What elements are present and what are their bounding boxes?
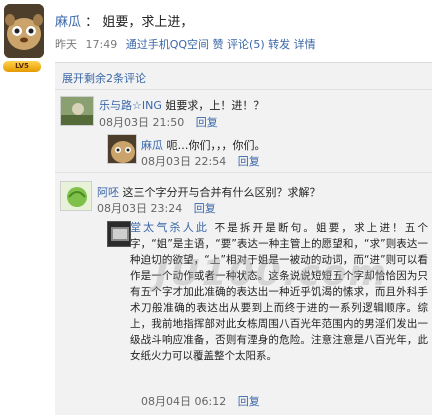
level-badge: LV5 [3,61,41,72]
reply-button[interactable]: 回复 [238,395,260,408]
comment-body: 阿呸 这三个字分开与合并有什么区别？求解？ [97,184,321,200]
like-button[interactable]: 赞 [213,38,224,51]
comment-meta: 08月03日 23:24 回复 [97,200,216,216]
reply-button[interactable]: 回复 [194,202,216,215]
watermark: JU100.com [155,253,389,294]
comment-time: 06:12 [194,395,227,408]
expand-comments-link[interactable]: 展开剩余2条评论 [62,70,146,86]
commenter-avatar[interactable] [107,221,131,247]
divider [55,172,432,173]
divider [55,89,432,90]
comment-date: 08月03日 [141,155,191,168]
post-day: 昨天 [55,38,77,51]
comment-time: 23:24 [150,202,183,215]
comment-meta: 08月04日 06:12 回复 [141,393,260,409]
comment-author-link[interactable]: 阿呸 [97,186,119,199]
post-text: 姐要，求上进， [102,15,194,30]
comment-meta: 08月03日 21:50 回复 [99,114,218,130]
commenter-avatar[interactable] [60,181,92,211]
comment-text: 姐要求，上！进！？ [165,99,265,112]
reply-button[interactable]: 回复 [196,116,218,129]
comment-text: 这三个字分开与合并有什么区别？求解？ [122,186,321,199]
comment-button[interactable]: 评论(5) [227,38,265,51]
comment-body: 麻瓜 呃…你们，，，你们。 [141,137,266,153]
post-source-link[interactable]: 通过手机QQ空间 [126,38,209,51]
post-meta: 昨天 17:49 通过手机QQ空间 赞 评论(5) 转发 详情 [55,36,316,52]
post-colon: ： [85,15,99,30]
commenter-avatar[interactable] [60,96,94,126]
author-avatar[interactable] [4,4,44,58]
comment-time: 22:54 [194,155,227,168]
detail-button[interactable]: 详情 [294,38,316,51]
post-time: 17:49 [85,38,118,51]
comment-time: 21:50 [152,116,185,129]
comment-body: 乐与路☆ING 姐要求，上！进！？ [99,97,264,113]
comment-date: 08月03日 [97,202,147,215]
post-author-link[interactable]: 麻瓜 [55,15,81,30]
forward-button[interactable]: 转发 [268,38,290,51]
comment-text: 呃…你们，，，你们。 [166,139,266,152]
comment-date: 08月04日 [141,395,191,408]
comment-author-link[interactable]: 堂太气杀人此 [130,221,209,234]
commenter-avatar[interactable] [107,134,137,164]
comment-author-link[interactable]: 乐与路☆ING [99,99,162,112]
comment-date: 08月03日 [99,116,149,129]
comment-meta: 08月03日 22:54 回复 [141,153,260,169]
comment-author-link[interactable]: 麻瓜 [141,139,163,152]
comment-thread: 展开剩余2条评论 乐与路☆ING 姐要求，上！进！？ 08月03日 21:50 … [55,62,432,415]
reply-button[interactable]: 回复 [238,155,260,168]
post-content: 麻瓜 ： 姐要，求上进， [55,11,193,30]
